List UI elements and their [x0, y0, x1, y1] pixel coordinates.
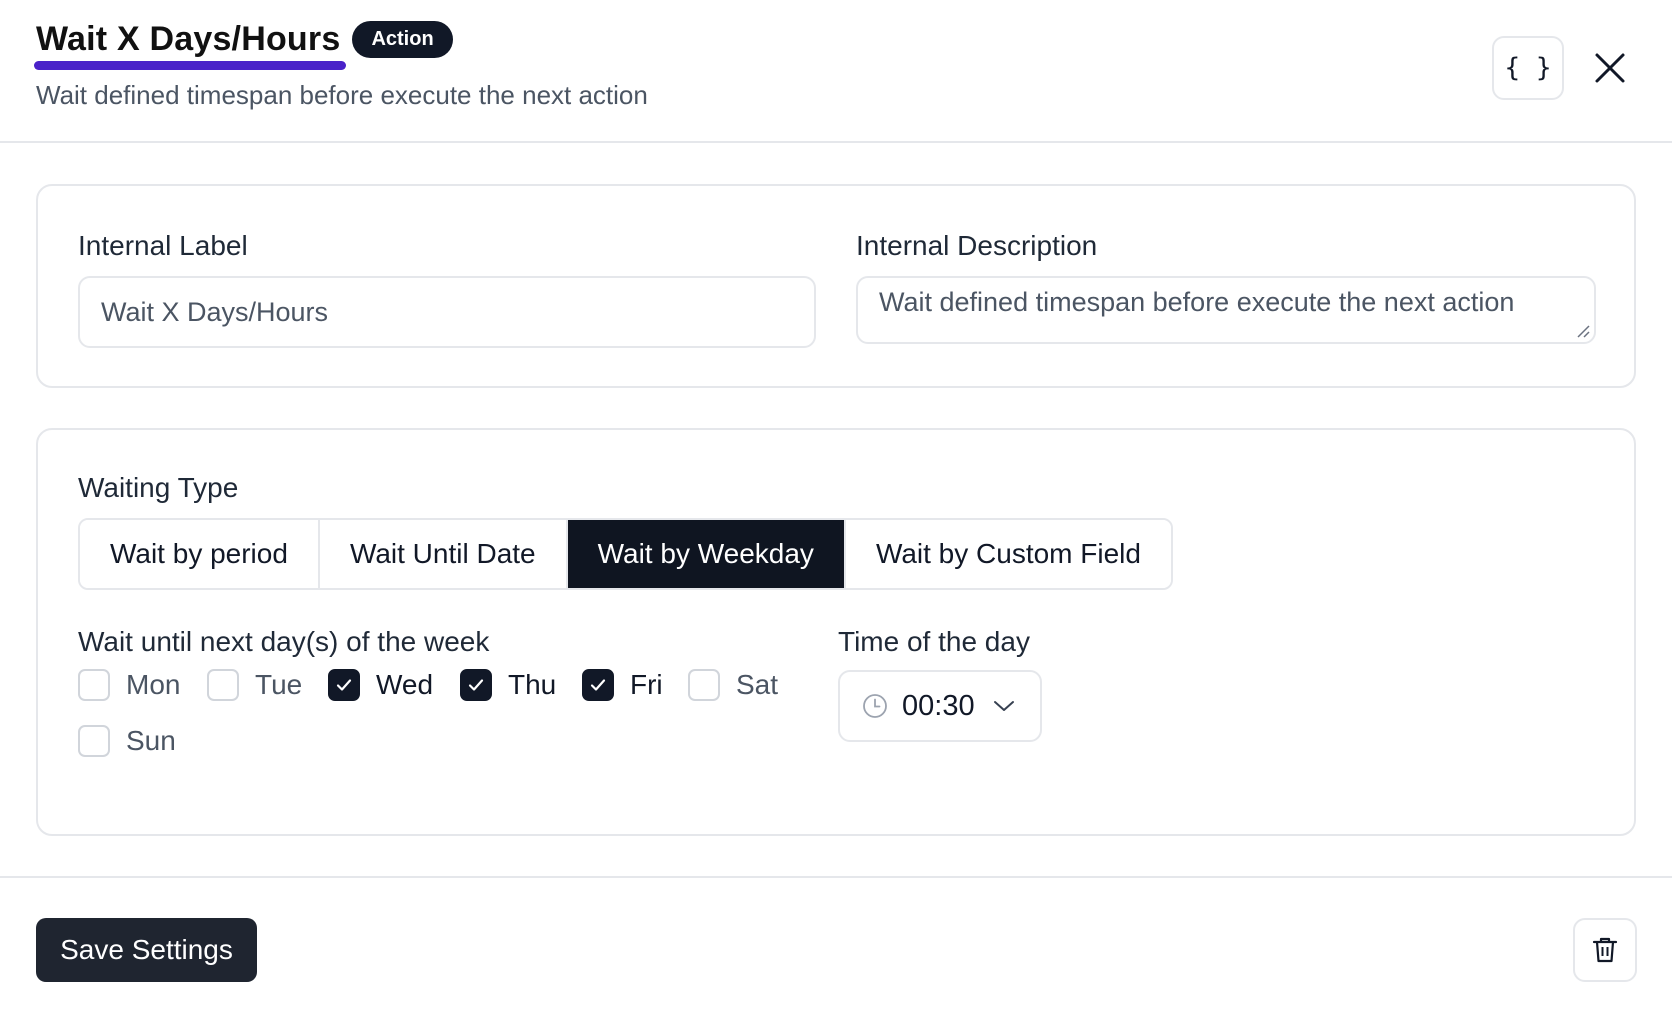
tab-wait-until-date[interactable]: Wait Until Date	[319, 520, 568, 588]
delete-button[interactable]	[1573, 918, 1637, 982]
tab-wait-by-period[interactable]: Wait by period	[80, 520, 320, 588]
general-settings-card: Internal Label Wait X Days/Hours Interna…	[36, 184, 1636, 388]
internal-description-value: Wait defined timespan before execute the…	[879, 287, 1515, 317]
trash-icon	[1592, 937, 1618, 963]
check-icon	[336, 679, 352, 691]
save-settings-button[interactable]: Save Settings	[36, 918, 257, 982]
waiting-settings-card: Waiting Type Wait by period Wait Until D…	[36, 428, 1636, 836]
waiting-type-title: Waiting Type	[78, 472, 239, 503]
day-option-mon[interactable]: Mon	[78, 668, 180, 702]
chevron-down-icon	[993, 699, 1015, 713]
internal-label-title: Internal Label	[78, 230, 248, 261]
modal-title: Wait X Days/Hours	[36, 20, 341, 58]
day-option-fri[interactable]: Fri	[582, 668, 663, 702]
day-option-tue[interactable]: Tue	[207, 668, 302, 702]
waiting-type-segmented-control: Wait by period Wait Until Date Wait by W…	[78, 518, 1173, 590]
check-icon	[590, 679, 606, 691]
checkbox-sun[interactable]	[78, 725, 110, 757]
internal-description-title: Internal Description	[856, 230, 1098, 261]
tab-wait-by-weekday[interactable]: Wait by Weekday	[567, 520, 846, 588]
modal-header: Wait X Days/Hours Action Wait defined ti…	[0, 0, 1672, 143]
close-button[interactable]	[1590, 48, 1630, 88]
internal-description-textarea[interactable]: Wait defined timespan before execute the…	[856, 276, 1596, 344]
modal-subtitle: Wait defined timespan before execute the…	[36, 80, 648, 110]
title-underline	[34, 61, 346, 70]
day-label-mon: Mon	[126, 669, 181, 700]
day-label-fri: Fri	[630, 669, 663, 700]
check-icon	[468, 679, 484, 691]
tab-wait-by-custom-field[interactable]: Wait by Custom Field	[845, 520, 1171, 588]
day-option-wed[interactable]: Wed	[328, 668, 433, 702]
code-view-button[interactable]: { }	[1492, 36, 1564, 100]
checkbox-fri[interactable]	[582, 669, 614, 701]
checkbox-thu[interactable]	[460, 669, 492, 701]
time-value: 00:30	[902, 689, 975, 722]
internal-label-input[interactable]: Wait X Days/Hours	[78, 276, 816, 348]
day-label-thu: Thu	[508, 669, 557, 700]
footer-divider	[0, 876, 1672, 878]
day-label-sat: Sat	[736, 669, 779, 700]
close-icon	[1595, 53, 1625, 83]
day-option-sun[interactable]: Sun	[78, 724, 176, 758]
title-row: Wait X Days/Hours Action	[36, 20, 453, 59]
resize-grip-icon[interactable]	[1576, 324, 1590, 338]
checkbox-mon[interactable]	[78, 669, 110, 701]
time-of-day-title: Time of the day	[838, 626, 1030, 657]
day-label-tue: Tue	[255, 669, 303, 700]
day-label-sun: Sun	[126, 725, 176, 756]
day-label-wed: Wed	[376, 669, 434, 700]
code-braces-icon: { }	[1504, 53, 1552, 83]
checkbox-wed[interactable]	[328, 669, 360, 701]
checkbox-tue[interactable]	[207, 669, 239, 701]
internal-label-value: Wait X Days/Hours	[101, 296, 329, 327]
weekday-title: Wait until next day(s) of the week	[78, 626, 490, 657]
clock-icon	[863, 694, 887, 718]
day-option-sat[interactable]: Sat	[688, 668, 778, 702]
checkbox-sat[interactable]	[688, 669, 720, 701]
day-option-thu[interactable]: Thu	[460, 668, 556, 702]
time-picker[interactable]: 00:30	[838, 670, 1042, 742]
action-badge: Action	[352, 21, 453, 58]
